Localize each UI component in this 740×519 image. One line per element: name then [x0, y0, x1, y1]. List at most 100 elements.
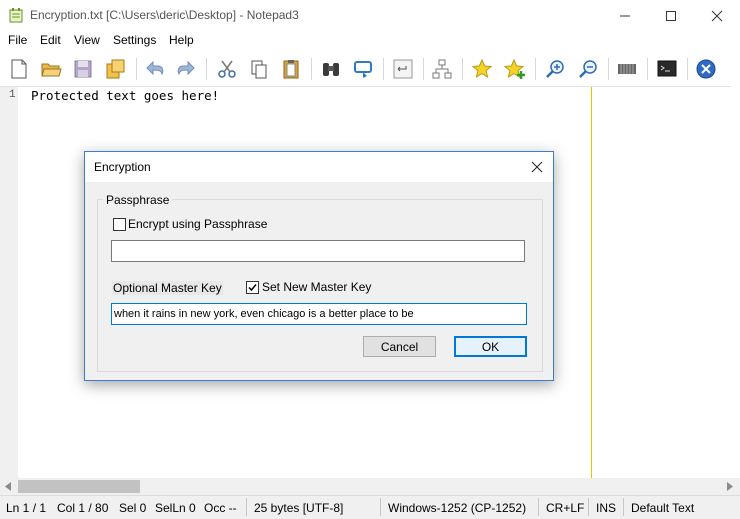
dialog-title-bar: Encryption: [85, 152, 553, 182]
save-as-button[interactable]: [101, 55, 129, 83]
favorites-button[interactable]: [468, 55, 496, 83]
menu-help[interactable]: Help: [169, 33, 194, 47]
undo-button[interactable]: [141, 55, 169, 83]
add-favorite-button[interactable]: [501, 55, 529, 83]
star-add-icon: [504, 58, 525, 79]
status-separator: [246, 498, 247, 516]
menu-bar: File Edit View Settings Help: [0, 31, 740, 51]
maximize-icon: [666, 10, 676, 21]
copy-icon: [251, 60, 267, 79]
zoom-in-icon: [546, 60, 564, 78]
encrypt-checkbox-label[interactable]: Encrypt using Passphrase: [128, 217, 267, 231]
master-key-input[interactable]: [111, 303, 527, 325]
cut-button[interactable]: [213, 55, 241, 83]
encrypt-checkbox[interactable]: [113, 218, 126, 231]
checkmark-icon: [248, 284, 257, 292]
passphrase-group-label: Passphrase: [103, 193, 173, 207]
scissors-icon: [218, 60, 236, 78]
word-wrap-button[interactable]: [389, 55, 417, 83]
notepad-app-icon: [9, 8, 23, 23]
redo-icon: [177, 60, 195, 76]
save-button[interactable]: [69, 55, 97, 83]
replace-button[interactable]: [349, 55, 377, 83]
set-master-key-checkbox[interactable]: [246, 281, 259, 294]
cancel-button[interactable]: Cancel: [363, 336, 436, 357]
new-file-icon: [11, 59, 27, 79]
terminal-button[interactable]: [653, 55, 681, 83]
status-separator: [588, 498, 589, 516]
menu-file[interactable]: File: [8, 33, 27, 47]
window-title: Encryption.txt [C:\Users\deric\Desktop] …: [30, 8, 299, 22]
encryption-dialog: Encryption Passphrase Encrypt using Pass…: [84, 151, 554, 381]
exit-button[interactable]: [692, 55, 720, 83]
master-key-label: Optional Master Key: [112, 281, 223, 295]
dialog-title: Encryption: [94, 160, 151, 174]
vertical-scrollbar[interactable]: [731, 86, 740, 478]
scroll-right-icon[interactable]: [726, 482, 734, 491]
word-wrap-icon: [393, 59, 413, 79]
scroll-left-icon[interactable]: [4, 482, 12, 491]
toolbar-separator: [535, 58, 536, 80]
line-number-gutter: 1: [0, 87, 18, 479]
status-encoding[interactable]: Windows-1252 (CP-1252): [388, 501, 526, 515]
status-selection: Sel 0: [119, 501, 147, 515]
zoom-in-button[interactable]: [541, 55, 569, 83]
horizontal-scrollbar[interactable]: [0, 478, 740, 495]
save-as-icon: [106, 59, 125, 79]
paste-button[interactable]: [277, 55, 305, 83]
maximize-button[interactable]: [648, 0, 694, 31]
horizontal-scroll-thumb[interactable]: [18, 480, 140, 493]
save-icon: [74, 60, 92, 78]
zoom-out-button[interactable]: [574, 55, 602, 83]
close-button[interactable]: [694, 0, 740, 31]
toolbar-separator: [311, 58, 312, 80]
schemes-button[interactable]: [428, 55, 456, 83]
zoom-out-icon: [579, 60, 597, 78]
title-bar: Encryption.txt [C:\Users\deric\Desktop] …: [0, 0, 740, 31]
status-selected-lines: SelLn 0: [155, 501, 196, 515]
paste-icon: [283, 60, 299, 79]
copy-button[interactable]: [245, 55, 273, 83]
status-file-size: 25 bytes [UTF-8]: [254, 501, 344, 515]
menu-edit[interactable]: Edit: [40, 33, 61, 47]
ok-button[interactable]: OK: [454, 336, 527, 357]
line-number: 1: [9, 89, 16, 101]
new-button[interactable]: [5, 55, 33, 83]
minimize-icon: [620, 15, 630, 16]
status-eol[interactable]: CR+LF: [546, 501, 584, 515]
status-insert-mode[interactable]: INS: [596, 501, 616, 515]
status-line: Ln 1 / 1: [6, 501, 47, 515]
status-scheme[interactable]: Default Text: [631, 501, 694, 515]
status-separator: [538, 498, 539, 516]
redo-button[interactable]: [172, 55, 200, 83]
replace-icon: [354, 61, 372, 78]
keyboard-icon: [618, 64, 636, 74]
tree-icon: [432, 59, 452, 79]
status-bar: Ln 1 / 1 Col 1 / 80 Sel 0 SelLn 0 Occ --…: [0, 495, 740, 519]
toolbar-separator: [383, 58, 384, 80]
folder-open-icon: [41, 63, 62, 77]
toolbar-separator: [423, 58, 424, 80]
close-icon: [531, 161, 543, 173]
close-circle-icon: [696, 59, 716, 79]
menu-view[interactable]: View: [74, 33, 100, 47]
status-separator: [380, 498, 381, 516]
toolbar-separator: [136, 58, 137, 80]
set-master-key-label[interactable]: Set New Master Key: [262, 280, 371, 294]
menu-settings[interactable]: Settings: [113, 33, 156, 47]
dialog-close-button[interactable]: [523, 155, 551, 179]
binoculars-icon: [323, 63, 339, 76]
status-separator: [623, 498, 624, 516]
editor-text[interactable]: Protected text goes here!: [31, 88, 219, 103]
long-line-marker: [591, 87, 592, 479]
toolbar-separator: [462, 58, 463, 80]
passphrase-input[interactable]: [111, 240, 525, 262]
open-button[interactable]: [37, 55, 65, 83]
minimize-button[interactable]: [602, 0, 648, 31]
close-icon: [711, 10, 723, 21]
find-button[interactable]: [317, 55, 345, 83]
status-column: Col 1 / 80: [57, 501, 109, 515]
undo-icon: [146, 60, 164, 76]
customize-button[interactable]: [613, 55, 641, 83]
terminal-icon: [657, 60, 677, 77]
